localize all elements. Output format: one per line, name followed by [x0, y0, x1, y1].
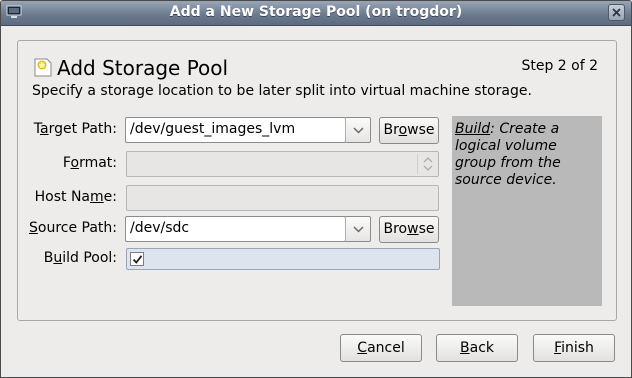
finish-button[interactable]: Finish: [533, 334, 615, 362]
check-icon: [132, 255, 143, 264]
help-text: Build: Create a logical volume group fro…: [455, 121, 601, 189]
browse-target-button[interactable]: Browse: [379, 117, 439, 144]
close-icon: [612, 8, 621, 17]
help-keyword: Build: [455, 121, 491, 137]
window-title: Add a New Storage Pool (on trogdor): [169, 4, 463, 20]
titlebar[interactable]: Add a New Storage Pool (on trogdor): [1, 1, 631, 26]
source-path-input[interactable]: /dev/sdc: [125, 216, 346, 242]
step-indicator: Step 2 of 2: [521, 58, 598, 74]
target-path-dropdown-button[interactable]: [345, 117, 371, 143]
dialog-window: Add a New Storage Pool (on trogdor) Add …: [0, 0, 632, 378]
source-path-dropdown-button[interactable]: [345, 216, 371, 242]
format-label: Format:: [62, 155, 117, 171]
format-select[interactable]: [126, 151, 439, 177]
host-name-label: Host Name:: [34, 189, 117, 205]
build-pool-label: Build Pool:: [43, 250, 117, 266]
page-subtitle: Specify a storage location to be later s…: [32, 83, 532, 99]
close-button[interactable]: [608, 4, 625, 21]
build-pool-field[interactable]: [126, 248, 440, 270]
storage-pool-icon: [34, 57, 52, 77]
cancel-button[interactable]: Cancel: [340, 334, 422, 362]
build-pool-checkbox[interactable]: [130, 252, 144, 266]
source-path-label: Source Path:: [28, 220, 117, 236]
browse-source-button[interactable]: Browse: [379, 216, 439, 243]
page-title: Add Storage Pool: [57, 56, 229, 80]
chevron-down-icon: [353, 226, 364, 233]
target-path-input[interactable]: /dev/guest_images_lvm: [125, 117, 346, 143]
spin-arrows-icon: [417, 154, 433, 174]
back-button[interactable]: Back: [436, 334, 518, 362]
chevron-down-icon: [353, 127, 364, 134]
target-path-label: Target Path:: [33, 121, 117, 137]
host-name-input[interactable]: [126, 185, 439, 211]
help-panel: Build: Create a logical volume group fro…: [452, 116, 602, 306]
